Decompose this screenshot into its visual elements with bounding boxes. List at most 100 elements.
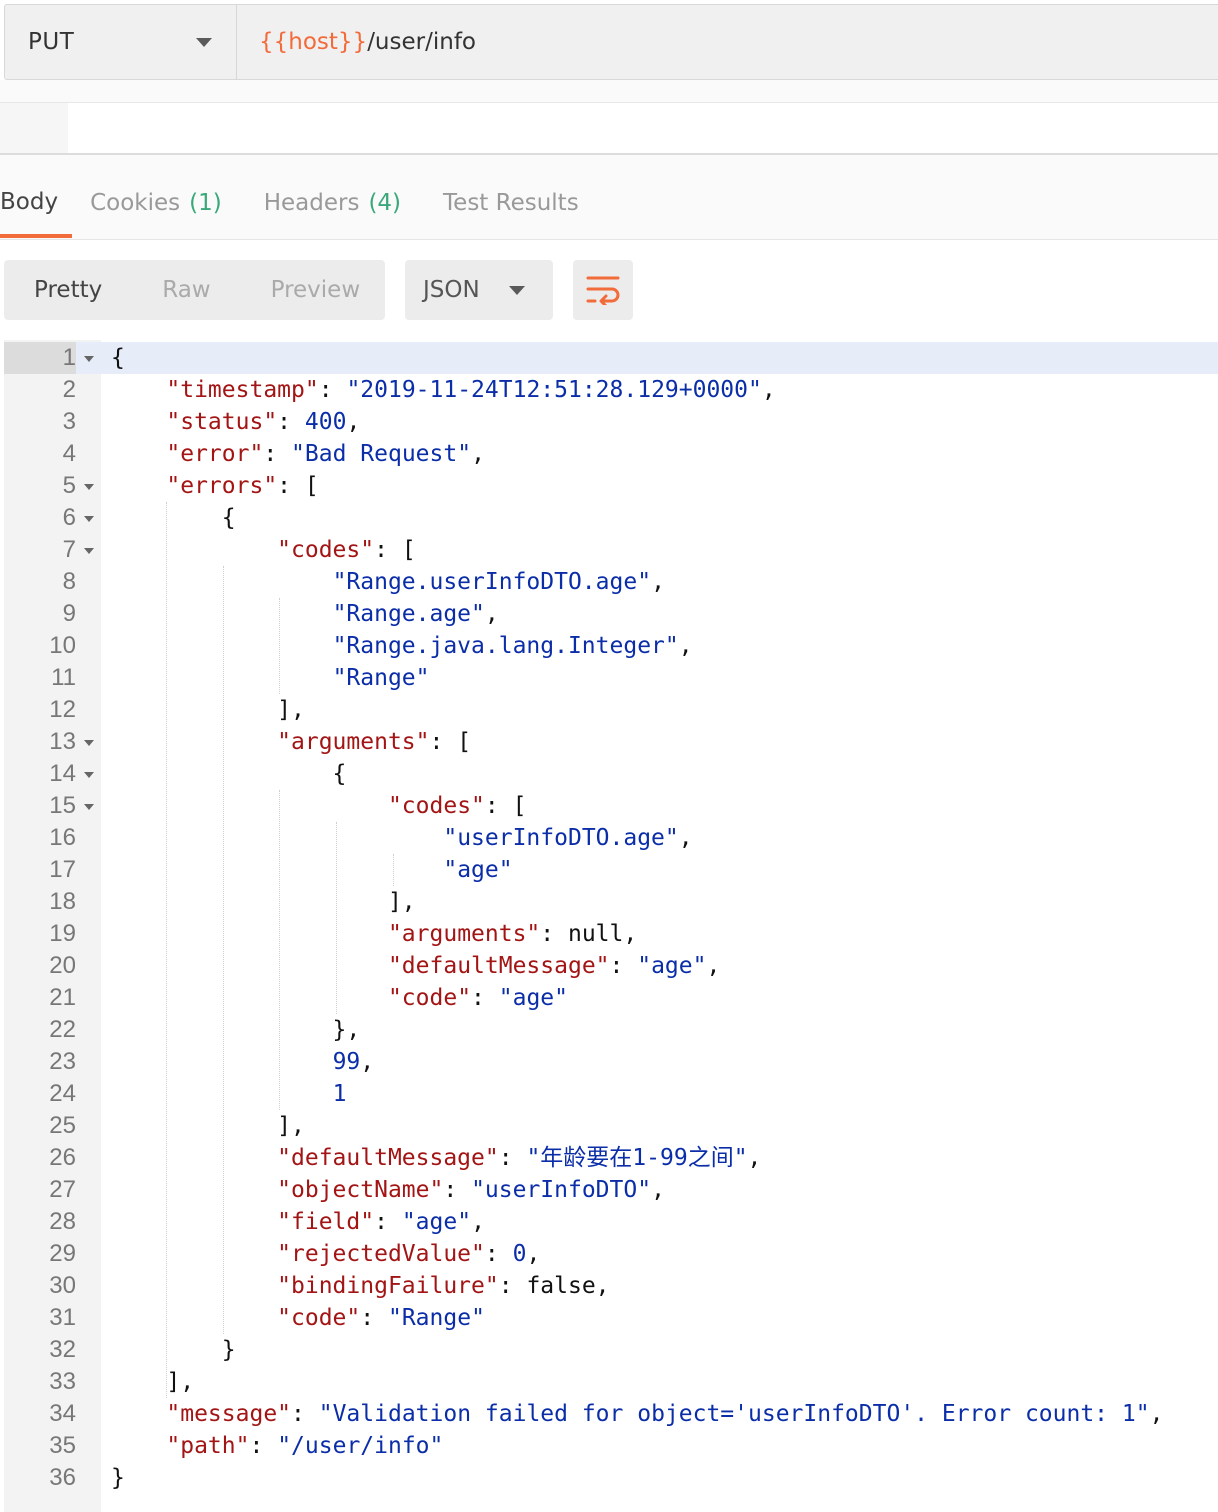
format-select[interactable]: JSON [405,260,553,320]
line-number: 31 [49,1304,76,1331]
code-text: ], [111,889,416,915]
code-text: 1 [332,1081,347,1107]
view-pretty-button[interactable]: Pretty [34,260,102,320]
indent-guide [336,822,338,1014]
code-line: 31 "code": "Range" [4,1302,1218,1334]
code-text: "objectName": "userInfoDTO", [277,1177,665,1203]
line-number: 23 [49,1048,76,1075]
format-label: JSON [423,277,480,303]
code-line: 36} [4,1462,1218,1494]
code-line: 26 "defaultMessage": "年龄要在1-99之间", [4,1142,1218,1174]
code-line: 25 ], [4,1110,1218,1142]
view-mode-segmented: Pretty Raw Preview [4,260,385,320]
code-text: { [111,505,236,531]
code-line: 33 ], [4,1366,1218,1398]
view-raw-button[interactable]: Raw [162,260,210,320]
line-number: 6 [62,504,76,531]
url-path: /user/info [367,29,476,55]
chevron-down-icon [196,37,212,47]
code-text: "userInfoDTO.age", [443,825,693,851]
line-number: 27 [49,1176,76,1203]
view-preview-button[interactable]: Preview [271,260,361,320]
code-line: 10 "Range.java.lang.Integer", [4,630,1218,662]
line-number: 4 [62,440,76,467]
fold-caret-icon[interactable] [84,516,94,522]
code-text: "age" [443,857,513,883]
line-number: 29 [49,1240,76,1267]
line-number: 28 [49,1208,76,1235]
code-text: { [111,761,347,787]
request-bar: PUT {{host}}/user/info [4,4,1218,80]
code-line: 2 "timestamp": "2019-11-24T12:51:28.129+… [4,374,1218,406]
indent-guide [222,566,224,1334]
indent-guide [279,790,281,1110]
url-input[interactable]: {{host}}/user/info [237,5,1218,79]
code-line: 19 "arguments": null, [4,918,1218,950]
line-number: 8 [62,568,76,595]
line-number: 12 [49,696,76,723]
line-number: 36 [49,1464,76,1491]
code-line: 9 "Range.age", [4,598,1218,630]
method-select[interactable]: PUT [5,5,237,79]
code-text: "rejectedValue": 0, [277,1241,541,1267]
code-line: 20 "defaultMessage": "age", [4,950,1218,982]
params-strip [0,103,1218,155]
code-text: "errors": [ [166,473,319,499]
tab-test-results[interactable]: Test Results [443,170,579,236]
code-line: 28 "field": "age", [4,1206,1218,1238]
tab-body[interactable]: Body [0,170,73,238]
code-line: 27 "objectName": "userInfoDTO", [4,1174,1218,1206]
line-number: 30 [49,1272,76,1299]
line-number: 26 [49,1144,76,1171]
line-number: 32 [49,1336,76,1363]
code-text: "codes": [ [387,793,527,819]
tab-label: Body [0,189,59,215]
code-text: } [111,1337,236,1363]
fold-caret-icon[interactable] [84,804,94,810]
url-variable: {{host}} [259,29,368,55]
fold-caret-icon[interactable] [84,548,94,554]
code-text: }, [111,1017,361,1043]
line-number: 7 [62,536,76,563]
code-text: ], [111,697,305,723]
wrap-lines-button[interactable] [573,260,633,320]
code-line: 18 ], [4,886,1218,918]
code-text: { [111,345,125,371]
line-number: 15 [49,792,76,819]
line-number: 35 [49,1432,76,1459]
fold-caret-icon[interactable] [84,484,94,490]
response-body-editor[interactable]: 1 {2 "timestamp": "2019-11-24T12:51:28.12… [4,340,1218,1512]
fold-caret-icon[interactable] [84,356,94,362]
chevron-down-icon [509,285,525,295]
line-number: 3 [62,408,76,435]
code-text: "Range" [332,665,430,691]
line-number: 21 [49,984,76,1011]
line-number: 19 [49,920,76,947]
code-text: "code": "Range" [277,1305,485,1331]
tab-count: (4) [368,190,402,216]
code-line: 17 "age" [4,854,1218,886]
code-line: 6 { [4,502,1218,534]
indent-guide [279,598,281,694]
code-text: ], [111,1113,305,1139]
line-number: 34 [49,1400,76,1427]
code-text: "field": "age", [277,1209,485,1235]
response-tabs: Body Cookies (1) Headers (4) Test Result… [0,170,621,238]
code-line: 3 "status": 400, [4,406,1218,438]
tab-headers[interactable]: Headers (4) [264,170,401,236]
line-number: 17 [49,856,76,883]
line-number: 25 [49,1112,76,1139]
line-number: 1 [4,342,76,374]
code-text: "defaultMessage": "年龄要在1-99之间", [277,1145,762,1171]
code-line: 7 "codes": [ [4,534,1218,566]
code-line: 12 ], [4,694,1218,726]
code-text: "Range.age", [332,601,499,627]
fold-caret-icon[interactable] [84,772,94,778]
code-text: } [111,1465,125,1491]
toolbar-strip [0,80,1218,103]
tab-label: Headers [263,190,360,216]
tab-cookies[interactable]: Cookies (1) [90,170,222,236]
code-text: "arguments": null, [387,921,638,947]
code-text: "timestamp": "2019-11-24T12:51:28.129+00… [166,377,776,403]
fold-caret-icon[interactable] [84,740,94,746]
